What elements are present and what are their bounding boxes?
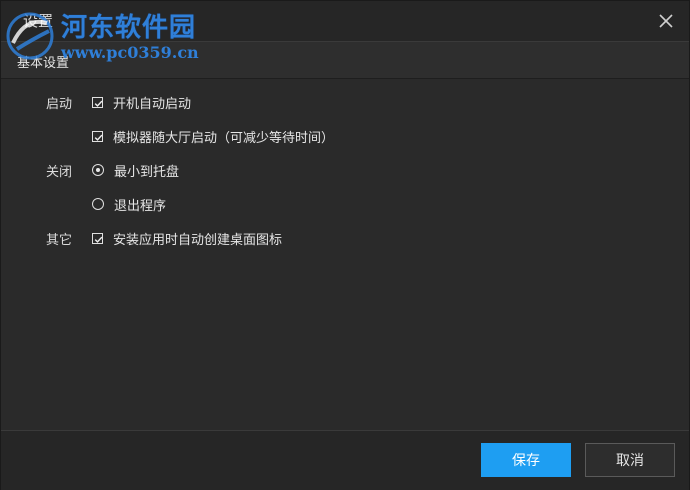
other-row-1: 其它 安装应用时自动创建桌面图标 <box>1 228 689 248</box>
option-desktop-shortcut[interactable]: 安装应用时自动创建桌面图标 <box>92 228 282 248</box>
startup-row-2: 模拟器随大厅启动（可减少等待时间） <box>1 126 689 146</box>
option-exit-program[interactable]: 退出程序 <box>92 194 166 214</box>
option-label: 安装应用时自动创建桌面图标 <box>113 232 283 248</box>
save-button[interactable]: 保存 <box>481 443 571 477</box>
radio-exit-program[interactable] <box>92 198 104 210</box>
close-button[interactable] <box>653 8 679 34</box>
radio-selected-dot <box>96 168 100 172</box>
startup-row-1: 启动 开机自动启动 <box>1 92 689 112</box>
cancel-button[interactable]: 取消 <box>585 443 675 477</box>
section-header: 基本设置 <box>1 42 689 79</box>
check-icon <box>94 100 103 107</box>
dialog-footer: 保存 取消 <box>1 430 689 490</box>
option-label: 模拟器随大厅启动（可减少等待时间） <box>113 130 335 146</box>
section-title: 基本设置 <box>17 56 70 71</box>
option-auto-start[interactable]: 开机自动启动 <box>92 92 191 112</box>
group-label-startup: 启动 <box>46 97 73 112</box>
check-icon <box>94 236 103 243</box>
close-icon <box>659 14 673 28</box>
checkbox-emulator-with-lobby[interactable] <box>92 130 103 142</box>
option-label: 开机自动启动 <box>113 96 192 112</box>
checkbox-auto-start[interactable] <box>92 96 103 108</box>
dialog-title: 设置 <box>23 12 54 30</box>
check-icon <box>94 134 103 141</box>
option-minimize-to-tray[interactable]: 最小到托盘 <box>92 160 179 180</box>
radio-minimize-to-tray[interactable] <box>92 164 104 176</box>
settings-content: 启动 开机自动启动 模拟器随大厅启动（可减少等待时间） 关闭 最小到托盘 退出程… <box>1 79 689 429</box>
settings-dialog: 设置 基本设置 启动 开机自动启动 模拟器随大厅启动（可减少等待时间） 关闭 最… <box>0 0 690 490</box>
group-label-close: 关闭 <box>46 165 73 180</box>
option-label: 退出程序 <box>114 198 167 214</box>
checkbox-desktop-shortcut[interactable] <box>92 232 103 244</box>
close-row-1: 关闭 最小到托盘 <box>1 160 689 180</box>
option-emulator-with-lobby[interactable]: 模拟器随大厅启动（可减少等待时间） <box>92 126 334 146</box>
title-bar[interactable]: 设置 <box>1 1 689 42</box>
close-row-2: 退出程序 <box>1 194 689 214</box>
group-label-other: 其它 <box>46 233 73 248</box>
option-label: 最小到托盘 <box>114 164 180 180</box>
